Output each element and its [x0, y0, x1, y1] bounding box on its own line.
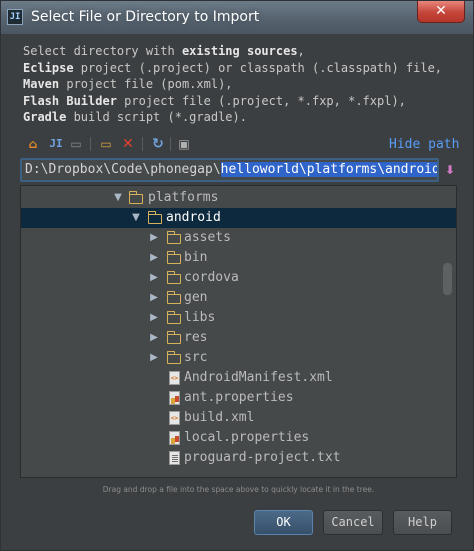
folder-icon [147, 211, 162, 224]
expand-arrow-icon[interactable]: ▶ [149, 251, 159, 265]
tree-row-cordova[interactable]: ▶ cordova [21, 268, 456, 288]
tree-item-label: cordova [184, 270, 239, 285]
desc-keyword: Flash Builder [23, 93, 117, 108]
tree-row-android[interactable]: ▼ android [21, 208, 456, 228]
expand-arrow-icon[interactable]: ▶ [149, 331, 159, 345]
tree-item-label: ant.properties [184, 390, 294, 405]
close-button[interactable]: ✕ [417, 1, 465, 23]
collapse-arrow-icon[interactable]: ▼ [131, 211, 141, 225]
folder-icon [166, 351, 181, 364]
text-file-icon [169, 451, 180, 465]
desc-keyword: Maven [23, 77, 60, 91]
new-folder-icon[interactable]: ▭ [98, 136, 114, 152]
hide-path-link[interactable]: Hide path [389, 137, 459, 152]
tree-row-platforms[interactable]: ▼ platforms [21, 188, 456, 208]
expand-arrow-icon[interactable]: ▶ [149, 291, 159, 305]
tree-row-androidmanifest[interactable]: AndroidManifest.xml [21, 368, 456, 388]
toolbar-separator [170, 137, 171, 151]
tree-item-label: local.properties [184, 430, 310, 445]
tree-item-label: bin [184, 250, 208, 265]
desc-keyword: existing sources [181, 44, 298, 58]
path-history-icon[interactable]: ⬇ [443, 163, 457, 177]
desc-keyword: Eclipse [23, 60, 74, 75]
tree-row-res[interactable]: ▶ res [21, 328, 456, 348]
folder-icon [166, 271, 181, 284]
title-bar: JI Select File or Directory to Import ✕ [0, 0, 474, 34]
expand-arrow-icon[interactable]: ▶ [149, 351, 159, 365]
tree-row-src[interactable]: ▶ src [21, 348, 456, 368]
tree-item-label: proguard-project.txt [184, 450, 341, 465]
tree-item-label: platforms [148, 190, 219, 205]
desc-keyword: Gradle [23, 110, 67, 124]
toolbar-separator [90, 137, 91, 151]
desc-text: build script (*.gradle). [66, 110, 247, 124]
tree-scrollbar[interactable] [443, 263, 452, 295]
expand-arrow-icon[interactable]: ▶ [149, 311, 159, 325]
tree-item-label: src [184, 350, 208, 365]
path-selection: helloworld\platforms\android [220, 162, 439, 177]
properties-file-icon [169, 431, 180, 445]
tree-item-label: AndroidManifest.xml [184, 370, 333, 385]
cancel-button[interactable]: Cancel [323, 510, 383, 535]
refresh-icon[interactable]: ↻ [150, 136, 166, 152]
ok-button[interactable]: OK [254, 510, 313, 535]
tree-row-libs[interactable]: ▶ libs [21, 308, 456, 328]
folder-icon [128, 191, 143, 204]
show-hidden-icon[interactable]: ▣ [176, 136, 192, 152]
path-input[interactable]: D:\Dropbox\Code\phonegap\helloworld\plat… [20, 158, 439, 182]
expand-arrow-icon[interactable]: ▶ [149, 271, 159, 285]
tree-row-ant-properties[interactable]: ant.properties [21, 388, 456, 408]
tree-item-label: res [184, 330, 208, 345]
tree-item-label: build.xml [184, 410, 255, 425]
desc-text: project (.project) or classpath (.classp… [73, 60, 443, 75]
tree-row-bin[interactable]: ▶ bin [21, 248, 456, 268]
folder-icon [166, 231, 181, 244]
path-prefix: D:\Dropbox\Code\phonegap\ [25, 162, 221, 177]
tree-row-proguard[interactable]: proguard-project.txt [21, 448, 456, 468]
desc-text: Select directory with [23, 44, 182, 58]
tree-row-local-properties[interactable]: local.properties [21, 428, 456, 448]
desc-text: project file (pom.xml), [59, 77, 233, 91]
tree-item-label: gen [184, 290, 208, 305]
import-description: Select directory with existing sources, … [23, 43, 463, 126]
xml-file-icon [169, 371, 180, 385]
xml-file-icon [169, 411, 180, 425]
collapse-arrow-icon[interactable]: ▼ [113, 191, 123, 205]
folder-icon [166, 251, 181, 264]
folder-icon [166, 291, 181, 304]
app-icon: JI [7, 9, 23, 25]
folder-icon [166, 311, 181, 324]
module-folder-icon[interactable]: ▭ [68, 136, 84, 152]
window-title: Select File or Directory to Import [31, 9, 260, 25]
project-icon[interactable]: JI [48, 136, 64, 152]
toolbar-separator [142, 137, 143, 151]
tree-item-label: android [166, 210, 221, 225]
help-button[interactable]: Help [393, 510, 452, 535]
folder-icon [166, 331, 181, 344]
tree-item-label: libs [184, 310, 216, 325]
desc-text: , [297, 44, 305, 58]
tree-item-label: assets [184, 230, 231, 245]
tree-row-build-xml[interactable]: build.xml [21, 408, 456, 428]
tree-row-assets[interactable]: ▶ assets [21, 228, 456, 248]
delete-icon[interactable]: ✕ [120, 136, 136, 152]
expand-arrow-icon[interactable]: ▶ [149, 231, 159, 245]
tree-row-gen[interactable]: ▶ gen [21, 288, 456, 308]
drag-drop-hint: Drag and drop a file into the space abov… [102, 485, 375, 494]
properties-file-icon [169, 391, 180, 405]
home-icon[interactable]: ⌂ [25, 136, 41, 152]
file-tree[interactable]: ▼ platforms ▼ android ▶ assets ▶ bin ▶ c… [20, 185, 457, 478]
desc-text: project file (.project, *.fxp, *.fxpl), [116, 93, 406, 108]
